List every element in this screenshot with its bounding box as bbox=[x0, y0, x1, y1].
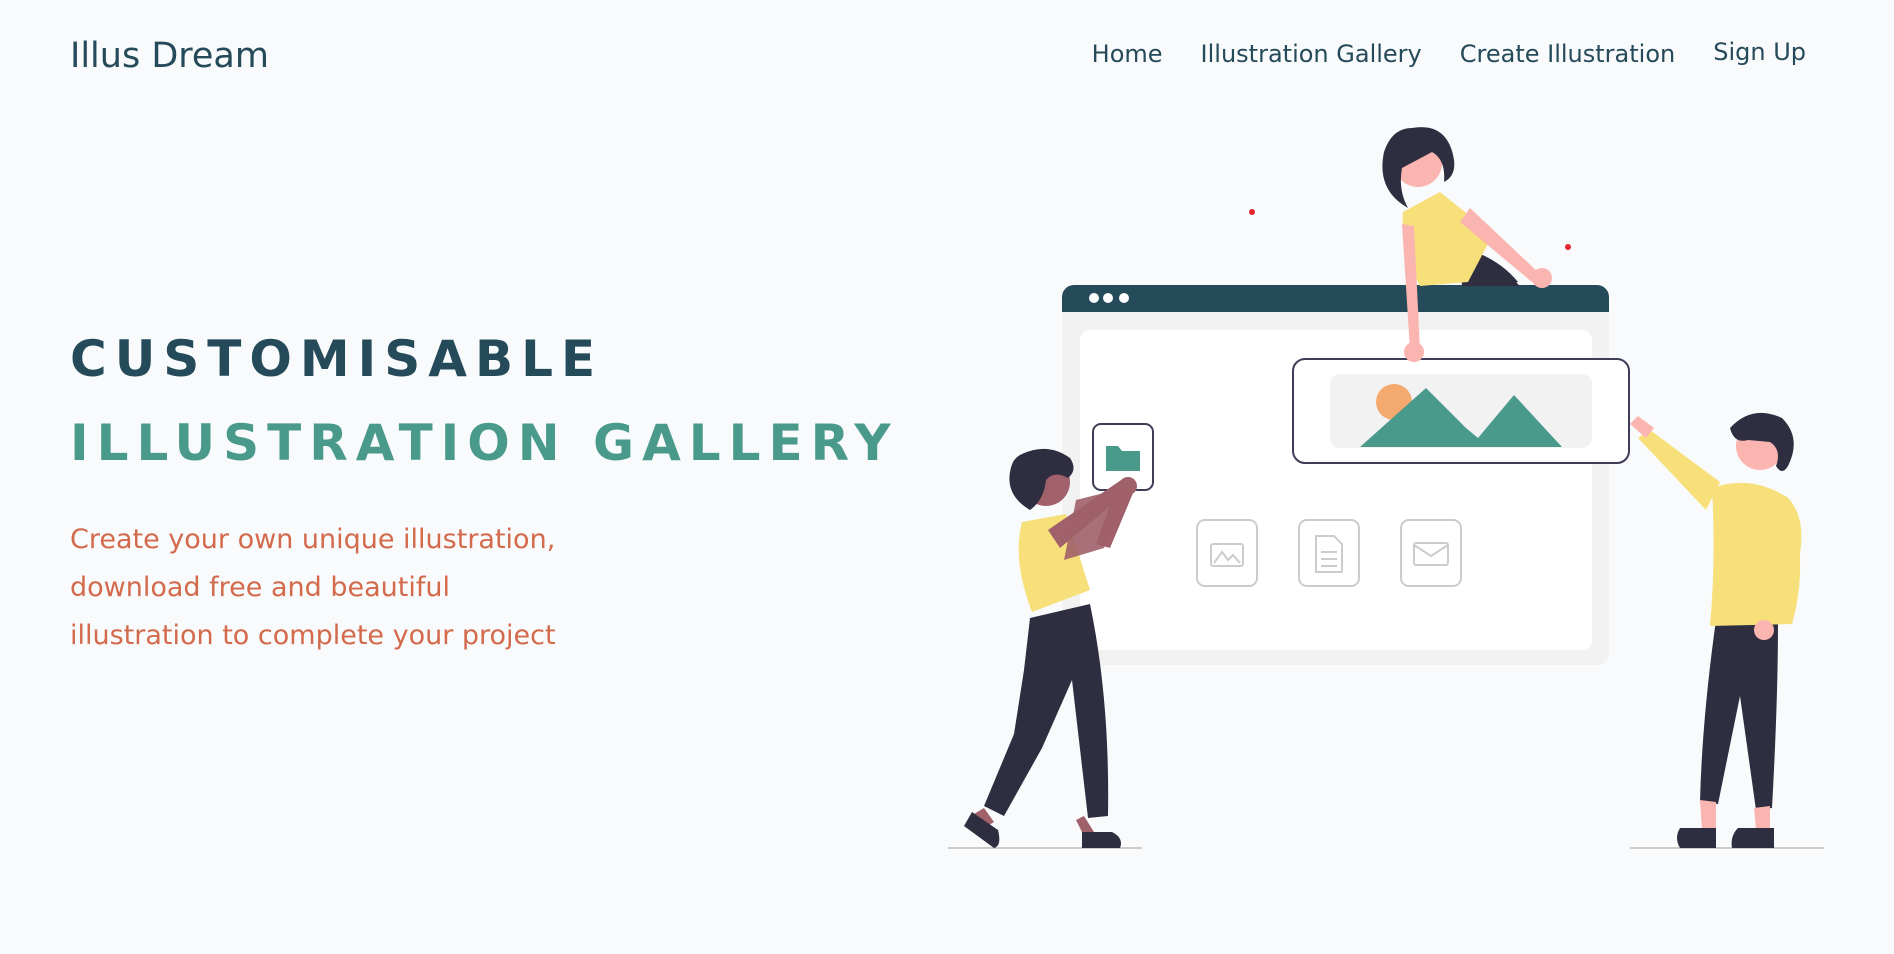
man-right-figure bbox=[1630, 412, 1824, 849]
hero-illustration bbox=[948, 127, 1824, 849]
landscape-image-icon bbox=[1292, 358, 1630, 464]
